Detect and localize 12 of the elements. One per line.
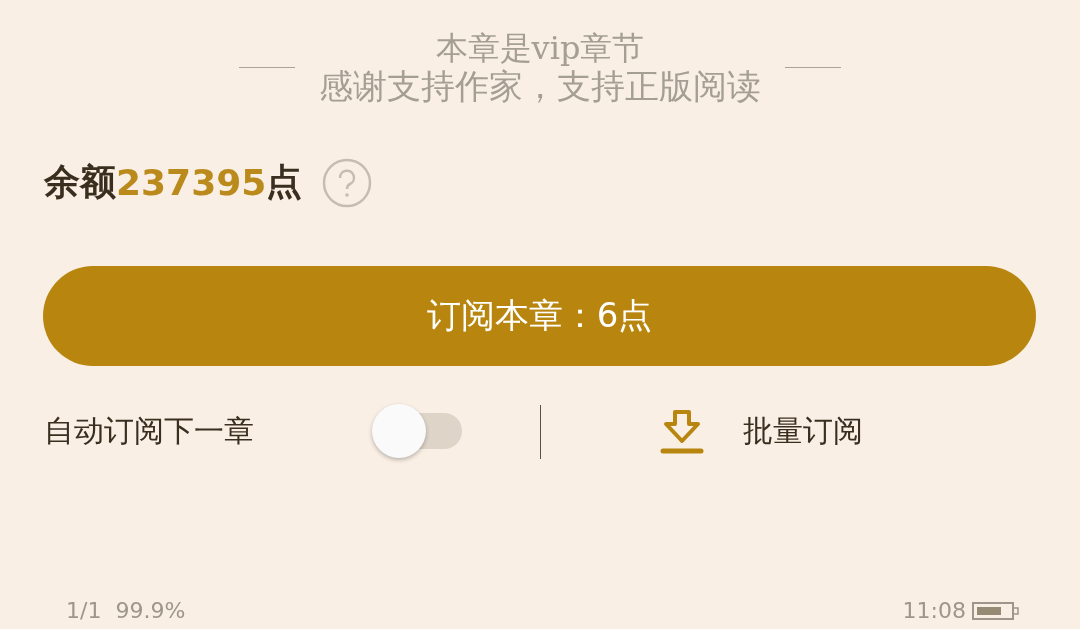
auto-subscribe-label: 自动订阅下一章 bbox=[44, 412, 255, 451]
balance-amount: 237395 bbox=[116, 162, 267, 204]
balance-unit: 点 bbox=[266, 160, 303, 205]
chapter-notice: 本章是vip章节 bbox=[435, 30, 645, 67]
download-icon bbox=[659, 408, 705, 455]
page-indicator: 1/1 bbox=[66, 598, 102, 623]
battery-icon bbox=[972, 600, 1020, 621]
help-icon[interactable] bbox=[322, 157, 373, 208]
support-message: 感谢支持作家，支持正版阅读 bbox=[319, 66, 761, 106]
balance-label: 余额 bbox=[44, 160, 116, 205]
clock: 11:08 bbox=[902, 598, 966, 623]
bulk-subscribe-button[interactable]: 批量订阅 bbox=[659, 408, 863, 455]
